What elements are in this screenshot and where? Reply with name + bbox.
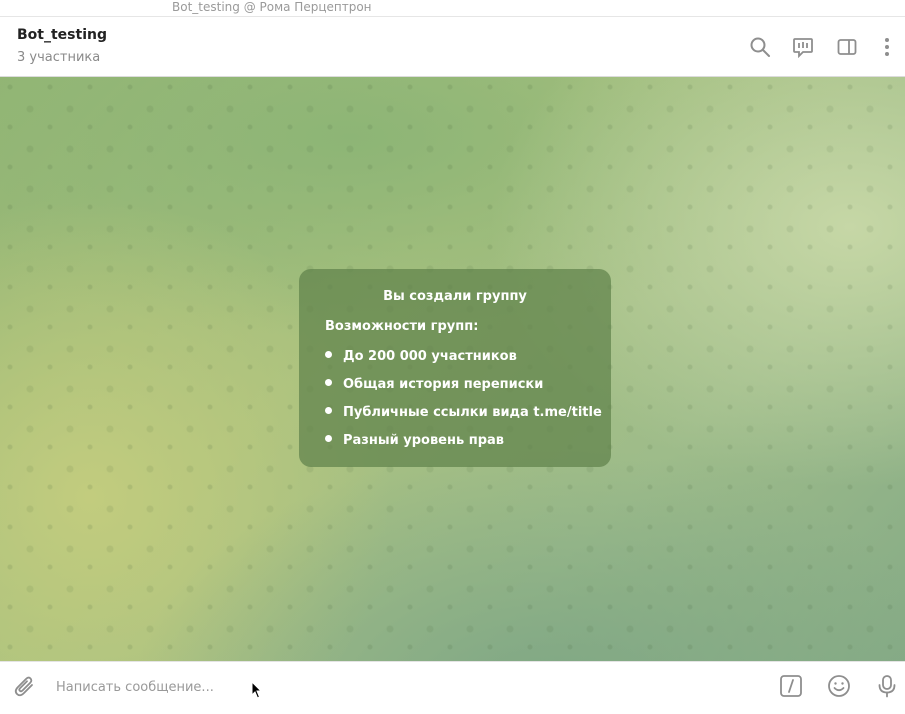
bullet-icon [325,351,332,358]
video-chat-icon[interactable] [792,36,814,58]
microphone-icon[interactable] [875,674,899,698]
bot-commands-icon[interactable] [779,674,803,698]
feature-label: Публичные ссылки вида t.me/title [343,405,602,420]
sidebar-toggle-icon[interactable] [836,36,858,58]
mouse-cursor-icon [251,681,263,699]
window-title: Bot_testing @ Рома Перцептрон [172,0,372,14]
attach-icon[interactable] [12,674,36,698]
chat-messages-area[interactable]: Вы создали группу Возможности групп: До … [0,77,905,661]
search-icon[interactable] [749,36,771,58]
group-created-service-message: Вы создали группу Возможности групп: До … [299,269,611,467]
feature-item: До 200 000 участников [325,349,517,364]
chat-title[interactable]: Bot_testing [17,27,107,43]
emoji-icon[interactable] [827,674,851,698]
feature-item: Публичные ссылки вида t.me/title [325,405,602,420]
chat-header: Bot_testing 3 участника [0,17,905,77]
bullet-icon [325,379,332,386]
message-composer [0,661,905,714]
more-icon[interactable] [876,36,898,58]
message-input[interactable] [56,676,656,698]
bullet-icon [325,435,332,442]
bullet-icon [325,407,332,414]
feature-item: Общая история переписки [325,377,543,392]
feature-label: Разный уровень прав [343,433,504,448]
chat-member-count[interactable]: 3 участника [17,50,100,65]
window-titlebar: Bot_testing @ Рома Перцептрон [0,0,905,17]
service-message-subtitle: Возможности групп: [325,319,479,334]
service-message-title: Вы создали группу [383,289,527,304]
feature-label: Общая история переписки [343,377,544,392]
feature-label: До 200 000 участников [343,349,517,364]
feature-item: Разный уровень прав [325,433,504,448]
